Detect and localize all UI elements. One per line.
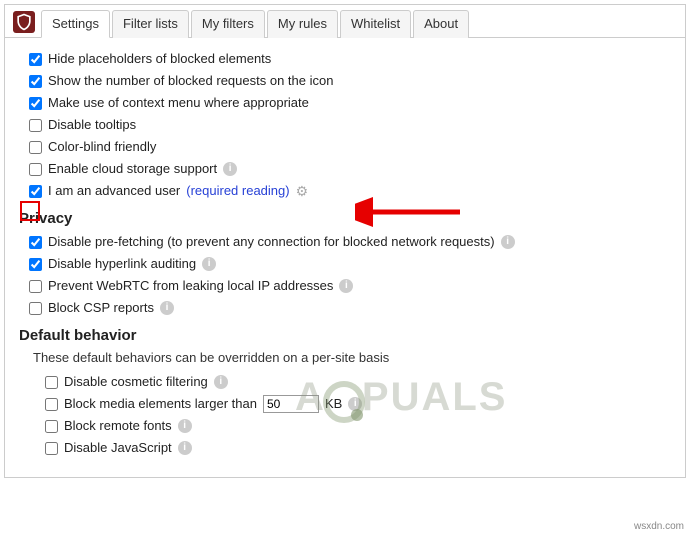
disable-tooltips-label: Disable tooltips: [48, 115, 136, 135]
show-number-label: Show the number of blocked requests on t…: [48, 71, 333, 91]
color-blind-label: Color-blind friendly: [48, 137, 156, 157]
advanced-user-label: I am an advanced user: [48, 181, 180, 201]
info-icon[interactable]: i: [223, 162, 237, 176]
default-behavior-note: These default behaviors can be overridde…: [19, 348, 671, 371]
hide-placeholders-label: Hide placeholders of blocked elements: [48, 49, 271, 69]
disable-js-checkbox[interactable]: [45, 442, 58, 455]
tab-filter-lists[interactable]: Filter lists: [112, 10, 189, 38]
info-icon[interactable]: i: [178, 441, 192, 455]
csp-label: Block CSP reports: [48, 298, 154, 318]
tab-whitelist[interactable]: Whitelist: [340, 10, 411, 38]
tab-my-filters[interactable]: My filters: [191, 10, 265, 38]
tab-settings[interactable]: Settings: [41, 10, 110, 38]
disable-js-label: Disable JavaScript: [64, 438, 172, 458]
tab-label: My filters: [202, 16, 254, 31]
privacy-heading: Privacy: [19, 202, 671, 231]
tab-label: My rules: [278, 16, 327, 31]
tab-label: Settings: [52, 16, 99, 31]
block-media-checkbox[interactable]: [45, 398, 58, 411]
info-icon[interactable]: i: [178, 419, 192, 433]
media-size-input[interactable]: [263, 395, 319, 413]
tab-about[interactable]: About: [413, 10, 469, 38]
required-reading-link[interactable]: (required reading): [186, 181, 289, 201]
gear-icon[interactable]: ⚙: [296, 181, 309, 201]
advanced-user-checkbox[interactable]: [29, 185, 42, 198]
color-blind-checkbox[interactable]: [29, 141, 42, 154]
info-icon[interactable]: i: [202, 257, 216, 271]
show-number-checkbox[interactable]: [29, 75, 42, 88]
info-icon[interactable]: i: [339, 279, 353, 293]
webrtc-label: Prevent WebRTC from leaking local IP add…: [48, 276, 333, 296]
info-icon[interactable]: i: [160, 301, 174, 315]
block-media-suffix: KB: [325, 394, 342, 414]
context-menu-label: Make use of context menu where appropria…: [48, 93, 309, 113]
remote-fonts-label: Block remote fonts: [64, 416, 172, 436]
tab-label: Whitelist: [351, 16, 400, 31]
hyperlink-auditing-label: Disable hyperlink auditing: [48, 254, 196, 274]
tab-label: About: [424, 16, 458, 31]
prefetch-label: Disable pre-fetching (to prevent any con…: [48, 232, 495, 252]
block-media-prefix: Block media elements larger than: [64, 394, 257, 414]
ublock-logo-icon: [13, 11, 35, 33]
context-menu-checkbox[interactable]: [29, 97, 42, 110]
hyperlink-auditing-checkbox[interactable]: [29, 258, 42, 271]
cosmetic-filtering-label: Disable cosmetic filtering: [64, 372, 208, 392]
default-behavior-heading: Default behavior: [19, 319, 671, 348]
cosmetic-filtering-checkbox[interactable]: [45, 376, 58, 389]
remote-fonts-checkbox[interactable]: [45, 420, 58, 433]
csp-checkbox[interactable]: [29, 302, 42, 315]
hide-placeholders-checkbox[interactable]: [29, 53, 42, 66]
disable-tooltips-checkbox[interactable]: [29, 119, 42, 132]
webrtc-checkbox[interactable]: [29, 280, 42, 293]
info-icon[interactable]: i: [348, 397, 362, 411]
credit-text: wsxdn.com: [634, 521, 684, 532]
cloud-storage-checkbox[interactable]: [29, 163, 42, 176]
tab-label: Filter lists: [123, 16, 178, 31]
info-icon[interactable]: i: [501, 235, 515, 249]
info-icon[interactable]: i: [214, 375, 228, 389]
cloud-storage-label: Enable cloud storage support: [48, 159, 217, 179]
prefetch-checkbox[interactable]: [29, 236, 42, 249]
tab-my-rules[interactable]: My rules: [267, 10, 338, 38]
